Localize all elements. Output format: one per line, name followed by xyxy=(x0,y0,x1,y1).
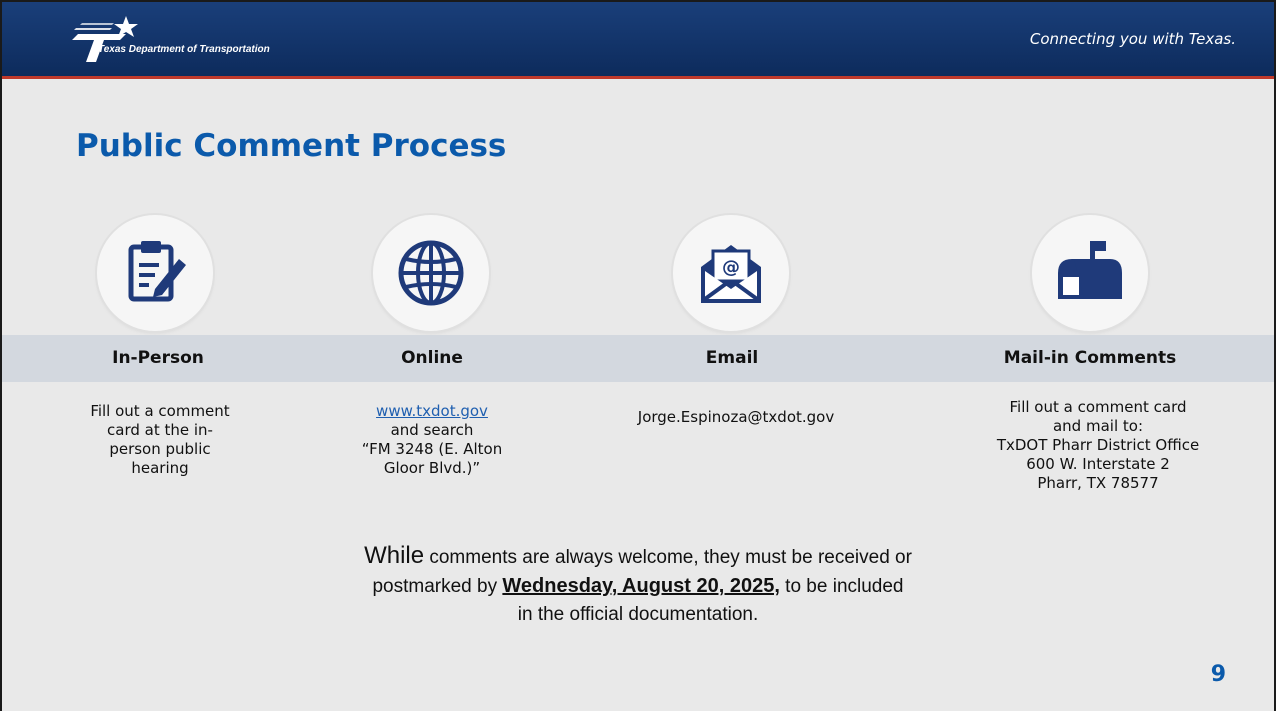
notice-text: postmarked by xyxy=(372,576,503,597)
txdot-website-link[interactable]: www.txdot.gov xyxy=(376,402,488,420)
mailbox-icon xyxy=(1058,241,1122,299)
email-heading: Email xyxy=(705,348,759,368)
in-person-description: Fill out a comment card at the in- perso… xyxy=(90,402,229,478)
email-description: Jorge.Espinoza@txdot.gov xyxy=(638,408,834,427)
in-person-line: card at the in- xyxy=(107,421,213,439)
mail-in-line: Fill out a comment card xyxy=(1009,398,1187,416)
notice-text: in the official documentation. xyxy=(517,604,759,625)
in-person-line: person public xyxy=(109,440,211,458)
slide: Texas Department of Transportation Conne… xyxy=(0,0,1276,711)
deadline-date: Wednesday, August 20, 2025, xyxy=(502,575,780,597)
mail-in-line: 600 W. Interstate 2 xyxy=(1026,455,1170,473)
online-line: and search xyxy=(390,421,474,439)
online-icon-circle xyxy=(373,215,489,331)
in-person-heading: In-Person xyxy=(112,348,204,368)
svg-text:@: @ xyxy=(722,257,740,278)
online-heading: Online xyxy=(401,348,463,368)
notice-text: to be included xyxy=(779,576,904,597)
clipboard-edit-icon xyxy=(128,241,186,302)
notice-lead: While xyxy=(364,542,425,569)
header-tagline: Connecting you with Texas. xyxy=(1029,30,1236,48)
online-description: www.txdot.gov and search “FM 3248 (E. Al… xyxy=(362,402,502,478)
online-line: “FM 3248 (E. Alton xyxy=(361,440,503,458)
org-name: Texas Department of Transportation xyxy=(98,44,270,55)
mail-in-line: and mail to: xyxy=(1052,417,1143,435)
globe-icon xyxy=(398,240,464,306)
page-title: Public Comment Process xyxy=(76,128,507,164)
txdot-logo-icon xyxy=(72,16,138,62)
envelope-at-icon: @ xyxy=(701,245,761,303)
deadline-notice: While comments are always welcome, they … xyxy=(2,542,1274,629)
email-icon-circle: @ xyxy=(673,215,789,331)
header-bar: Texas Department of Transportation Conne… xyxy=(2,2,1274,79)
mail-in-line: TxDOT Pharr District Office xyxy=(996,436,1200,454)
mail-in-description: Fill out a comment card and mail to: TxD… xyxy=(997,398,1199,493)
in-person-line: Fill out a comment xyxy=(90,402,230,420)
email-address: Jorge.Espinoza@txdot.gov xyxy=(637,408,835,426)
mail-icon-circle xyxy=(1032,215,1148,331)
notice-text: comments are always welcome, they must b… xyxy=(424,547,912,568)
in-person-icon-circle xyxy=(97,215,213,331)
in-person-line: hearing xyxy=(131,459,189,477)
mail-in-heading: Mail-in Comments xyxy=(1003,348,1177,368)
page-number: 9 xyxy=(1210,662,1226,687)
online-line: Gloor Blvd.)” xyxy=(383,459,481,477)
mail-in-line: Pharr, TX 78577 xyxy=(1037,474,1159,492)
